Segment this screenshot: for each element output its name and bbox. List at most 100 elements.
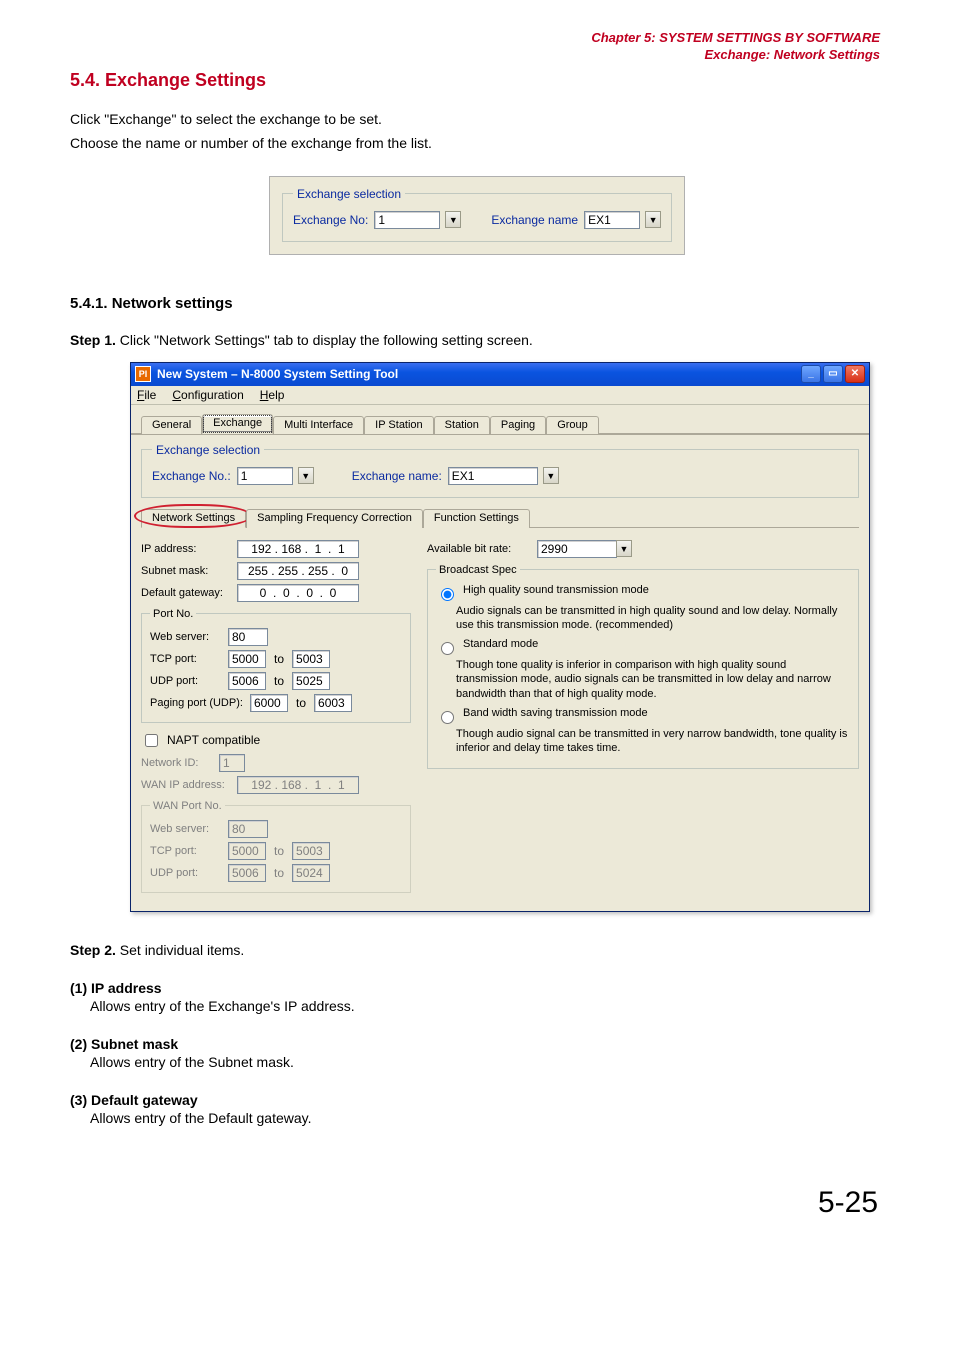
- app-exchange-selection-legend: Exchange selection: [152, 443, 264, 457]
- wan-web-server-input: [228, 820, 268, 838]
- radio-bandwidth-saving-label: Band width saving transmission mode: [463, 707, 648, 719]
- page-number: 5-25: [70, 1186, 884, 1220]
- wan-tcp-to-input: [292, 842, 330, 860]
- app-exchange-no-dropdown-icon[interactable]: ▼: [298, 467, 314, 484]
- item-1-number: (1): [70, 980, 87, 996]
- paging-port-to-input[interactable]: [314, 694, 352, 712]
- udp-port-label: UDP port:: [150, 675, 228, 687]
- tab-ip-station[interactable]: IP Station: [364, 416, 434, 434]
- udp-port-to-input[interactable]: [292, 672, 330, 690]
- available-bitrate-select[interactable]: [537, 540, 617, 558]
- menu-bar: File Configuration Help: [131, 386, 869, 405]
- section-5-4-1-heading: 5.4.1. Network settings: [70, 295, 884, 312]
- subtab-function-settings[interactable]: Function Settings: [423, 509, 530, 528]
- ip-address-input[interactable]: [237, 540, 359, 558]
- radio-high-quality-label: High quality sound transmission mode: [463, 584, 649, 596]
- web-server-label: Web server:: [150, 631, 228, 643]
- default-gateway-input[interactable]: [237, 584, 359, 602]
- network-id-label: Network ID:: [141, 757, 219, 769]
- maximize-button[interactable]: ▭: [823, 365, 843, 383]
- app-exchange-name-dropdown-icon[interactable]: ▼: [543, 467, 559, 484]
- paging-to-label: to: [296, 696, 306, 710]
- wan-ip-label: WAN IP address:: [141, 779, 237, 791]
- tab-paging[interactable]: Paging: [490, 416, 546, 434]
- exchange-selection-figure: Exchange selection Exchange No: ▼ Exchan…: [269, 176, 685, 255]
- app-exchange-name-label: Exchange name:: [352, 469, 442, 483]
- tab-station[interactable]: Station: [434, 416, 490, 434]
- app-exchange-no-label: Exchange No.:: [152, 469, 231, 483]
- exchange-no-dropdown-icon[interactable]: ▼: [445, 211, 461, 228]
- exchange-name-label: Exchange name: [491, 213, 578, 227]
- wan-tcp-port-label: TCP port:: [150, 845, 228, 857]
- subtab-network-settings[interactable]: Network Settings: [141, 509, 246, 528]
- subnet-mask-label: Subnet mask:: [141, 565, 237, 577]
- chapter-title: Chapter 5: SYSTEM SETTINGS BY SOFTWARE: [70, 30, 884, 45]
- radio-bandwidth-saving-desc: Though audio signal can be transmitted i…: [456, 727, 850, 756]
- radio-standard-label: Standard mode: [463, 638, 538, 650]
- tcp-port-to-input[interactable]: [292, 650, 330, 668]
- napt-compatible-checkbox[interactable]: [145, 734, 158, 747]
- step-2-text: Set individual items.: [120, 942, 245, 958]
- step-1-text: Click "Network Settings" tab to display …: [120, 332, 533, 348]
- menu-help[interactable]: Help: [260, 388, 285, 402]
- window-title: New System – N-8000 System Setting Tool: [157, 367, 398, 381]
- intro-line-1: Click "Exchange" to select the exchange …: [70, 109, 884, 129]
- step-1-label: Step 1.: [70, 332, 116, 348]
- subnet-mask-input[interactable]: [237, 562, 359, 580]
- item-2-title: Subnet mask: [91, 1036, 178, 1052]
- intro-line-2: Choose the name or number of the exchang…: [70, 133, 884, 153]
- exchange-no-select[interactable]: [374, 211, 440, 229]
- minimize-button[interactable]: _: [801, 365, 821, 383]
- tab-multi-interface[interactable]: Multi Interface: [273, 416, 364, 434]
- paging-port-from-input[interactable]: [250, 694, 288, 712]
- web-server-input[interactable]: [228, 628, 268, 646]
- item-1-text: Allows entry of the Exchange's IP addres…: [90, 998, 884, 1014]
- radio-high-quality-desc: Audio signals can be transmitted in high…: [456, 604, 850, 633]
- chapter-subtitle: Exchange: Network Settings: [70, 47, 884, 62]
- item-2-number: (2): [70, 1036, 87, 1052]
- radio-standard[interactable]: [441, 642, 454, 655]
- wan-port-no-legend: WAN Port No.: [150, 800, 225, 812]
- tcp-to-label: to: [274, 652, 284, 666]
- tab-exchange[interactable]: Exchange: [202, 414, 273, 434]
- udp-port-from-input[interactable]: [228, 672, 266, 690]
- radio-high-quality[interactable]: [441, 588, 454, 601]
- section-5-4-heading: 5.4. Exchange Settings: [70, 70, 884, 91]
- radio-standard-desc: Though tone quality is inferior in compa…: [456, 658, 850, 701]
- wan-udp-port-label: UDP port:: [150, 867, 228, 879]
- menu-file[interactable]: File: [137, 388, 156, 402]
- tcp-port-from-input[interactable]: [228, 650, 266, 668]
- item-1-title: IP address: [91, 980, 162, 996]
- item-2-text: Allows entry of the Subnet mask.: [90, 1054, 884, 1070]
- napt-compatible-label: NAPT compatible: [167, 733, 260, 747]
- broadcast-spec-legend: Broadcast Spec: [436, 564, 520, 576]
- subtab-network-settings-label: Network Settings: [152, 512, 235, 524]
- close-button[interactable]: ✕: [845, 365, 865, 383]
- wan-udp-to-input: [292, 864, 330, 882]
- wan-udp-to-label: to: [274, 866, 284, 880]
- exchange-name-dropdown-icon[interactable]: ▼: [645, 211, 661, 228]
- step-2-label: Step 2.: [70, 942, 116, 958]
- app-exchange-no-select[interactable]: [237, 467, 293, 485]
- ip-address-label: IP address:: [141, 543, 237, 555]
- wan-ip-input: [237, 776, 359, 794]
- wan-tcp-to-label: to: [274, 844, 284, 858]
- available-bitrate-dropdown-icon[interactable]: ▼: [616, 540, 632, 557]
- item-3-text: Allows entry of the Default gateway.: [90, 1110, 884, 1126]
- app-exchange-name-select[interactable]: [448, 467, 538, 485]
- udp-to-label: to: [274, 674, 284, 688]
- app-window: PI New System – N-8000 System Setting To…: [130, 362, 870, 912]
- menu-configuration[interactable]: Configuration: [172, 388, 243, 402]
- paging-port-label: Paging port (UDP):: [150, 697, 250, 709]
- tab-general[interactable]: General: [141, 416, 202, 434]
- exchange-name-select[interactable]: [584, 211, 640, 229]
- subtab-sampling-frequency-correction[interactable]: Sampling Frequency Correction: [246, 509, 423, 528]
- radio-bandwidth-saving[interactable]: [441, 711, 454, 724]
- tab-group[interactable]: Group: [546, 416, 599, 434]
- exchange-no-label: Exchange No:: [293, 213, 368, 227]
- default-gateway-label: Default gateway:: [141, 587, 237, 599]
- wan-web-server-label: Web server:: [150, 823, 228, 835]
- wan-udp-from-input: [228, 864, 266, 882]
- port-no-legend: Port No.: [150, 608, 196, 620]
- wan-tcp-from-input: [228, 842, 266, 860]
